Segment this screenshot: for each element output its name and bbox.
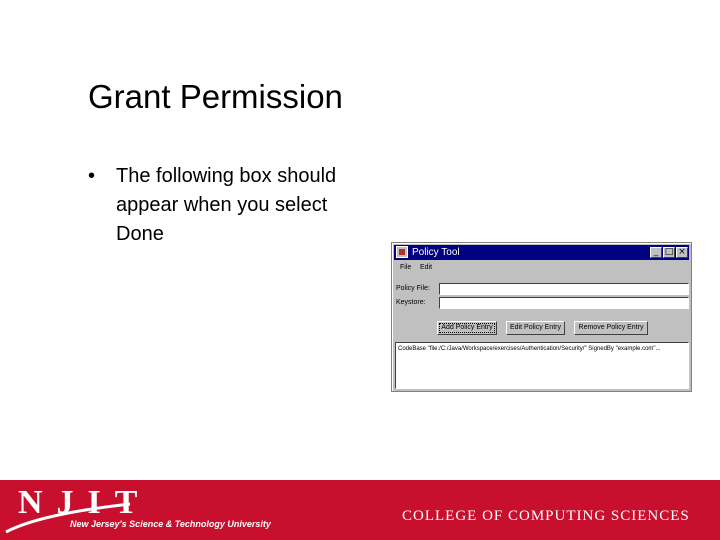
bullet-dot: • <box>88 165 96 187</box>
menu-bar: File Edit <box>394 261 689 275</box>
keystore-field[interactable] <box>439 297 689 309</box>
java-app-icon <box>396 246 408 258</box>
policy-tool-window: Policy Tool _ □ × File Edit Policy File:… <box>391 242 692 392</box>
bullet-text: The following box should appear when you… <box>116 165 337 245</box>
policy-entry-list[interactable]: CodeBase "file:/C:/Java/Workspace/exerci… <box>395 342 689 389</box>
maximize-icon[interactable]: □ <box>663 247 675 258</box>
add-policy-entry-button[interactable]: Add Policy Entry <box>437 321 497 335</box>
remove-policy-entry-button[interactable]: Remove Policy Entry <box>574 321 648 335</box>
njit-logo: NJIT <box>18 484 152 521</box>
footer-banner: NJIT New Jersey's Science & Technology U… <box>0 480 720 540</box>
minimize-icon[interactable]: _ <box>650 247 662 258</box>
edit-policy-entry-button[interactable]: Edit Policy Entry <box>506 321 565 335</box>
policy-file-field[interactable] <box>439 283 689 295</box>
list-item[interactable]: CodeBase "file:/C:/Java/Workspace/exerci… <box>398 345 661 353</box>
slide-title: Grant Permission <box>88 78 343 115</box>
close-icon[interactable]: × <box>676 247 688 258</box>
window-title: Policy Tool <box>412 247 460 258</box>
njit-tagline: New Jersey's Science & Technology Univer… <box>70 519 271 529</box>
window-titlebar[interactable]: Policy Tool _ □ × <box>394 245 689 260</box>
policy-file-label: Policy File: <box>396 285 430 292</box>
college-name: COLLEGE OF COMPUTING SCIENCES <box>402 508 690 524</box>
keystore-label: Keystore: <box>396 299 426 306</box>
menu-edit[interactable]: Edit <box>420 261 432 275</box>
menu-file[interactable]: File <box>400 261 411 275</box>
